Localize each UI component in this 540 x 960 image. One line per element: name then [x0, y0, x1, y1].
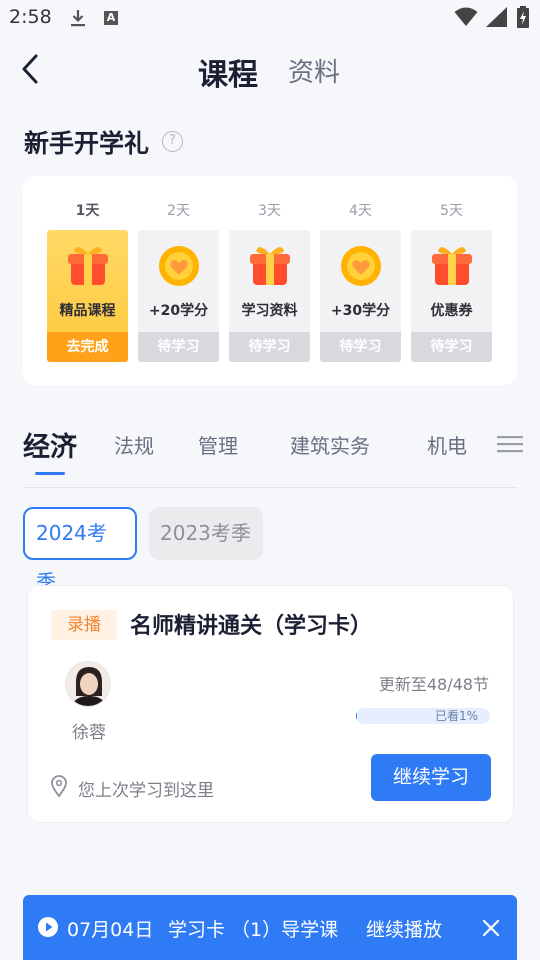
gift-icon	[250, 247, 290, 285]
season-chip-2023[interactable]: 2023考季	[149, 507, 263, 560]
gift-label: +20学分	[148, 303, 209, 319]
gift-tile-day2[interactable]: +20学分 待学习	[138, 230, 219, 362]
gift-tile-day4[interactable]: +30学分 待学习	[320, 230, 401, 362]
welcome-gift-card: 1天 精品课程 去完成 2天 +20学分 待学习 3天 学习资料 待学习 4天 …	[23, 176, 517, 385]
tab-materials[interactable]: 资料	[288, 52, 340, 89]
gift-status: 待学习	[138, 332, 219, 362]
subject-tabs: 经济 法规 管理 建筑实务 机电	[0, 420, 540, 480]
keyboard-a-icon: A	[104, 11, 118, 25]
location-pin-icon	[51, 775, 67, 798]
tab-fade	[466, 420, 486, 468]
coin-icon	[159, 246, 199, 286]
subject-tab-construction[interactable]: 建筑实务	[290, 430, 370, 459]
subject-tab-mechatronics[interactable]: 机电	[427, 430, 467, 459]
gift-status: 去完成	[47, 332, 128, 362]
gift-status: 待学习	[320, 332, 401, 362]
watch-progress-bar: 已看1%	[356, 708, 490, 724]
day-label: 1天	[75, 203, 100, 219]
gift-tile-day3[interactable]: 学习资料 待学习	[229, 230, 310, 362]
player-lesson-title: 学习卡 （1）导学课	[168, 919, 339, 941]
welcome-gift-title: 新手开学礼	[24, 129, 150, 158]
watch-progress-label: 已看1%	[434, 709, 478, 723]
day-label: 2天	[167, 203, 190, 219]
avatar-portrait-icon	[66, 662, 110, 706]
day-label: 4天	[349, 203, 372, 219]
status-right	[454, 6, 530, 28]
gift-tile-day1[interactable]: 精品课程 去完成	[47, 230, 128, 362]
status-bar: 2:58 A	[0, 0, 540, 36]
mini-player-bar[interactable]: 07月04日 学习卡 （1）导学课 继续播放	[23, 895, 517, 960]
player-date: 07月04日	[67, 919, 154, 941]
divider	[23, 487, 517, 488]
help-icon[interactable]: ?	[162, 131, 183, 152]
continue-play-button[interactable]: 继续播放	[366, 915, 442, 942]
gift-label: 学习资料	[241, 303, 298, 319]
watch-progress-fill	[356, 708, 358, 724]
close-icon[interactable]	[481, 918, 501, 938]
day-label: 5天	[440, 203, 463, 219]
signal-icon	[486, 7, 507, 27]
gift-status: 待学习	[229, 332, 310, 362]
download-icon	[71, 10, 85, 27]
gift-label: 精品课程	[59, 303, 116, 319]
gift-icon	[68, 247, 108, 285]
top-nav: 课程 资料	[0, 40, 540, 100]
teacher-name: 徐蓉	[72, 723, 106, 743]
battery-charging-icon	[517, 6, 529, 28]
active-tab-indicator	[35, 472, 65, 475]
gift-tile-day5[interactable]: 优惠券 待学习	[411, 230, 492, 362]
status-time: 2:58	[9, 6, 52, 28]
gift-icon	[432, 247, 472, 285]
gift-label: +30学分	[330, 303, 391, 319]
course-card[interactable]: 录播 名师精讲通关（学习卡） 徐蓉 更新至48/48节 已看1% 您上次学习到这…	[27, 585, 514, 823]
subject-tab-law[interactable]: 法规	[114, 430, 154, 459]
teacher-avatar	[65, 661, 111, 707]
course-title: 名师精讲通关（学习卡）	[130, 614, 373, 639]
coin-icon	[341, 246, 381, 286]
subject-tab-economy[interactable]: 经济	[23, 425, 77, 464]
tab-course[interactable]: 课程	[198, 50, 258, 94]
subject-tab-management[interactable]: 管理	[198, 430, 238, 459]
season-chip-2024[interactable]: 2024考季	[23, 507, 137, 594]
day-label: 3天	[258, 203, 281, 219]
play-icon[interactable]	[38, 917, 58, 937]
last-study-location: 您上次学习到这里	[78, 781, 214, 801]
wifi-icon	[454, 7, 478, 26]
back-arrow-icon[interactable]	[16, 52, 46, 86]
continue-study-button[interactable]: 继续学习	[371, 754, 491, 801]
gift-status: 待学习	[411, 332, 492, 362]
recorded-badge: 录播	[51, 610, 117, 640]
gift-label: 优惠券	[430, 303, 473, 319]
update-progress-text: 更新至48/48节	[378, 675, 489, 694]
menu-icon[interactable]	[497, 434, 523, 454]
